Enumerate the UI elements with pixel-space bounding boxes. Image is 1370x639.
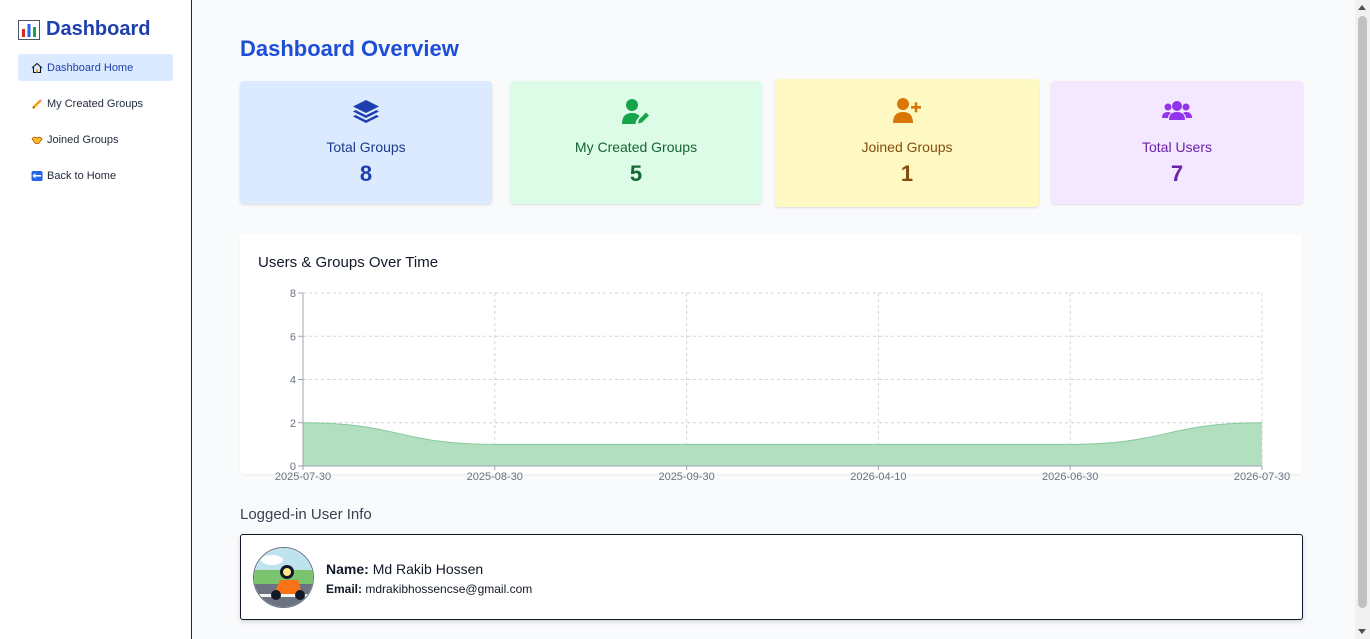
area-chart: 024682025-07-30 2025-08-30 2025-09-30 2026-… [275, 288, 1290, 483]
y-tick-label: 2 [290, 418, 296, 430]
sidebar-item-back-to-home[interactable]: Back to Home [18, 162, 173, 189]
user-info-card: Name: Md Rakib Hossen Email: mdrakibhoss… [240, 534, 1303, 620]
pencil-icon [30, 97, 43, 110]
sidebar-item-label: My Created Groups [47, 97, 143, 110]
sidebar-item-label: Joined Groups [47, 133, 119, 146]
stat-card-total-groups: Total Groups 8 [240, 81, 492, 204]
x-tick-label: 2025-07-30 [275, 471, 331, 483]
scroll-down-arrow[interactable] [1358, 629, 1366, 634]
avatar [253, 547, 314, 608]
x-tick-label: 2026-04-10 [850, 471, 906, 483]
stat-label: My Created Groups [574, 139, 698, 155]
sidebar-item-my-created-groups[interactable]: My Created Groups [18, 90, 173, 117]
stat-card-my-created-groups: My Created Groups 5 [510, 81, 762, 204]
stat-label: Total Users [1141, 139, 1213, 155]
stat-value: 5 [629, 161, 643, 186]
y-tick-label: 4 [290, 375, 296, 387]
scroll-thumb[interactable] [1358, 16, 1367, 608]
sidebar-item-label: Back to Home [47, 169, 117, 182]
sidebar-brand: Dashboard [18, 18, 150, 41]
stat-value: 8 [359, 161, 373, 186]
user-edit-icon [622, 99, 649, 124]
sidebar: Dashboard Dashboard Home My Created Grou… [0, 0, 192, 639]
user-section-title: Logged-in User Info [240, 506, 372, 523]
sidebar-title: Dashboard [46, 18, 151, 40]
user-email: Email: mdrakibhossencse@gmail.com [326, 582, 532, 596]
y-tick-label: 8 [290, 288, 296, 300]
x-tick-label: 2025-09-30 [658, 471, 714, 483]
stat-card-joined-groups: Joined Groups 1 [775, 79, 1039, 207]
layers-icon [353, 100, 379, 123]
user-name: Name: Md Rakib Hossen [326, 561, 483, 577]
email-label: Email: [326, 582, 363, 596]
chart-panel: Users & Groups Over Time 0 2 4 6 8 2025-07-30… [240, 234, 1302, 483]
name-value: Md Rakib Hossen [372, 561, 484, 577]
page-scrollbar[interactable] [1355, 0, 1370, 639]
x-tick-label: 2026-07-30 [1234, 471, 1290, 483]
handshake-icon [30, 133, 43, 146]
x-tick-label: 2025-08-30 [467, 471, 523, 483]
scroll-up-arrow[interactable] [1358, 5, 1366, 10]
stat-card-total-users: Total Users 7 [1051, 81, 1303, 204]
users-icon [1162, 101, 1192, 120]
bar-chart-icon [18, 19, 40, 40]
stat-label: Joined Groups [861, 139, 953, 155]
sidebar-item-joined-groups[interactable]: Joined Groups [18, 126, 173, 153]
page-title: Dashboard Overview [240, 36, 459, 61]
name-label: Name: [326, 561, 369, 577]
x-tick-label: 2026-06-30 [1042, 471, 1098, 483]
sidebar-item-label: Dashboard Home [47, 61, 134, 74]
stat-value: 7 [1170, 161, 1184, 186]
area-line [302, 422, 1263, 445]
stat-value: 1 [900, 161, 914, 186]
stat-label: Total Groups [326, 139, 406, 155]
user-plus-icon [893, 98, 921, 123]
sidebar-item-dashboard-home[interactable]: Dashboard Home [18, 54, 173, 81]
y-tick-label: 6 [290, 331, 296, 343]
back-icon [30, 169, 43, 182]
house-icon [30, 61, 43, 74]
email-value: mdrakibhossencse@gmail.com [365, 582, 533, 596]
